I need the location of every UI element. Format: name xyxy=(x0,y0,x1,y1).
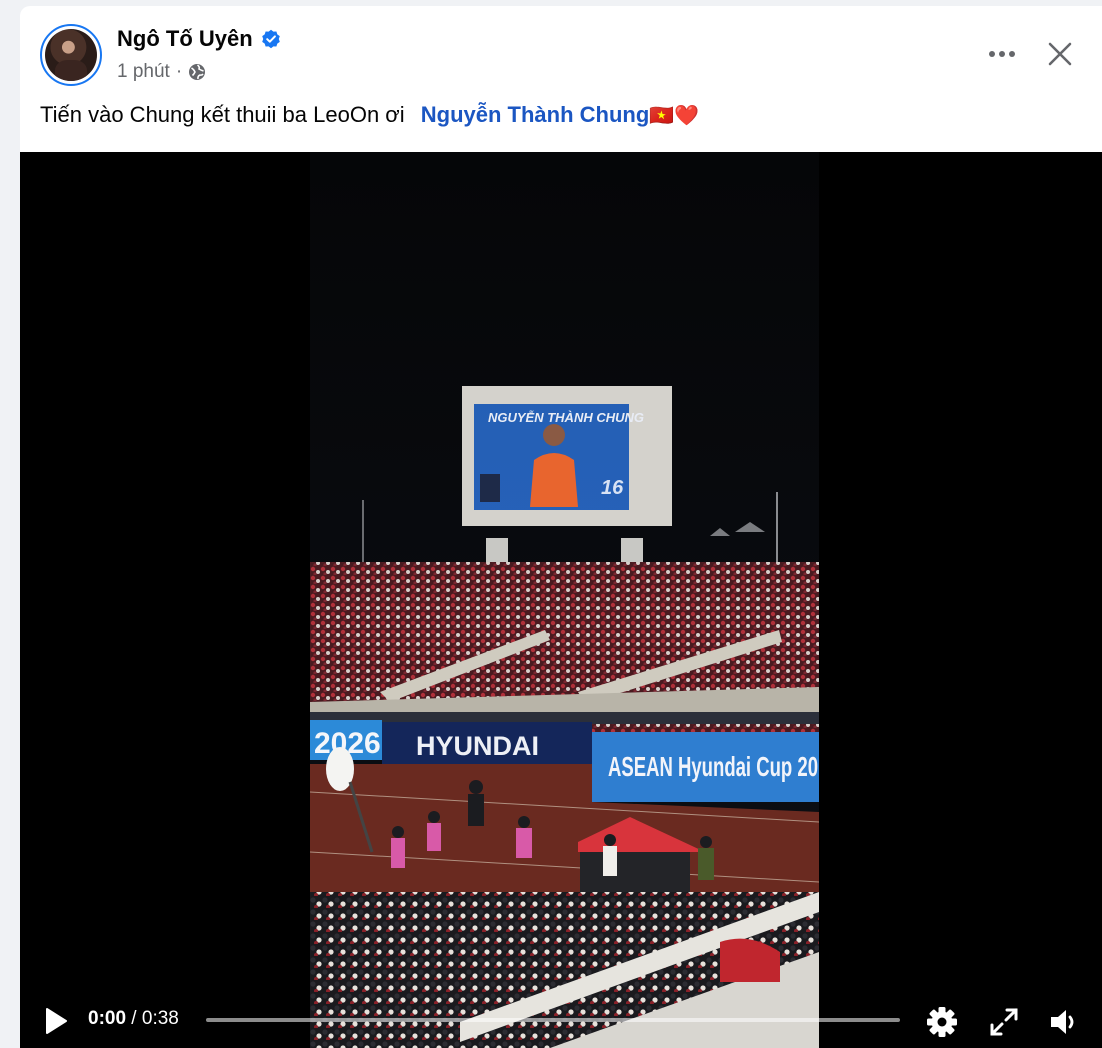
post-meta: 1 phút · xyxy=(117,61,206,83)
globe-icon[interactable] xyxy=(188,63,206,81)
fullscreen-icon[interactable] xyxy=(988,1006,1020,1038)
time-separator: / xyxy=(126,1008,142,1029)
video-time: 0:00 / 0:38 xyxy=(88,1008,179,1030)
video-scene: NGUYỄN THÀNH CHUNG 16 2026 HYUNDAI ASEAN… xyxy=(310,152,819,1048)
current-time: 0:00 xyxy=(88,1008,127,1029)
post-timestamp[interactable]: 1 phút xyxy=(117,61,170,83)
video-player[interactable]: NGUYỄN THÀNH CHUNG 16 2026 HYUNDAI ASEAN… xyxy=(20,152,1102,1048)
video-duration: 0:38 xyxy=(141,1008,179,1029)
close-button[interactable] xyxy=(1040,34,1080,74)
author-name[interactable]: Ngô Tố Uyên xyxy=(117,26,253,52)
video-frame[interactable]: NGUYỄN THÀNH CHUNG 16 2026 HYUNDAI ASEAN… xyxy=(310,152,819,1048)
more-options-icon xyxy=(989,51,1015,57)
meta-separator: · xyxy=(175,61,183,82)
verified-badge-icon xyxy=(261,29,280,49)
banner-cup: ASEAN Hyundai Cup 20 xyxy=(608,751,818,782)
banner-sponsor: HYUNDAI xyxy=(416,731,539,761)
jersey-number: 16 xyxy=(601,477,624,499)
gear-icon[interactable] xyxy=(926,1006,958,1038)
close-icon xyxy=(1048,42,1072,66)
scoreboard-text: NGUYỄN THÀNH CHUNG xyxy=(488,410,644,425)
more-options-button[interactable] xyxy=(982,34,1022,74)
post-text: Tiến vào Chung kết thuii ba LeoOn ơi Ngu… xyxy=(40,102,699,128)
volume-icon[interactable] xyxy=(1048,1006,1080,1038)
post-card: Ngô Tố Uyên 1 phút · Tiến vào Chung kết … xyxy=(20,6,1102,1048)
author-avatar[interactable] xyxy=(40,24,102,86)
post-caption: Tiến vào Chung kết thuii ba LeoOn ơi xyxy=(40,102,405,127)
mention-link[interactable]: Nguyễn Thành Chung xyxy=(421,102,650,127)
progress-bar[interactable] xyxy=(206,1018,900,1022)
post-emojis: 🇻🇳❤️ xyxy=(649,105,700,127)
post-header: Ngô Tố Uyên xyxy=(117,26,281,52)
video-controls: 0:00 / 0:38 xyxy=(20,992,1102,1048)
play-icon[interactable] xyxy=(42,1006,70,1036)
avatar-image xyxy=(45,29,97,81)
